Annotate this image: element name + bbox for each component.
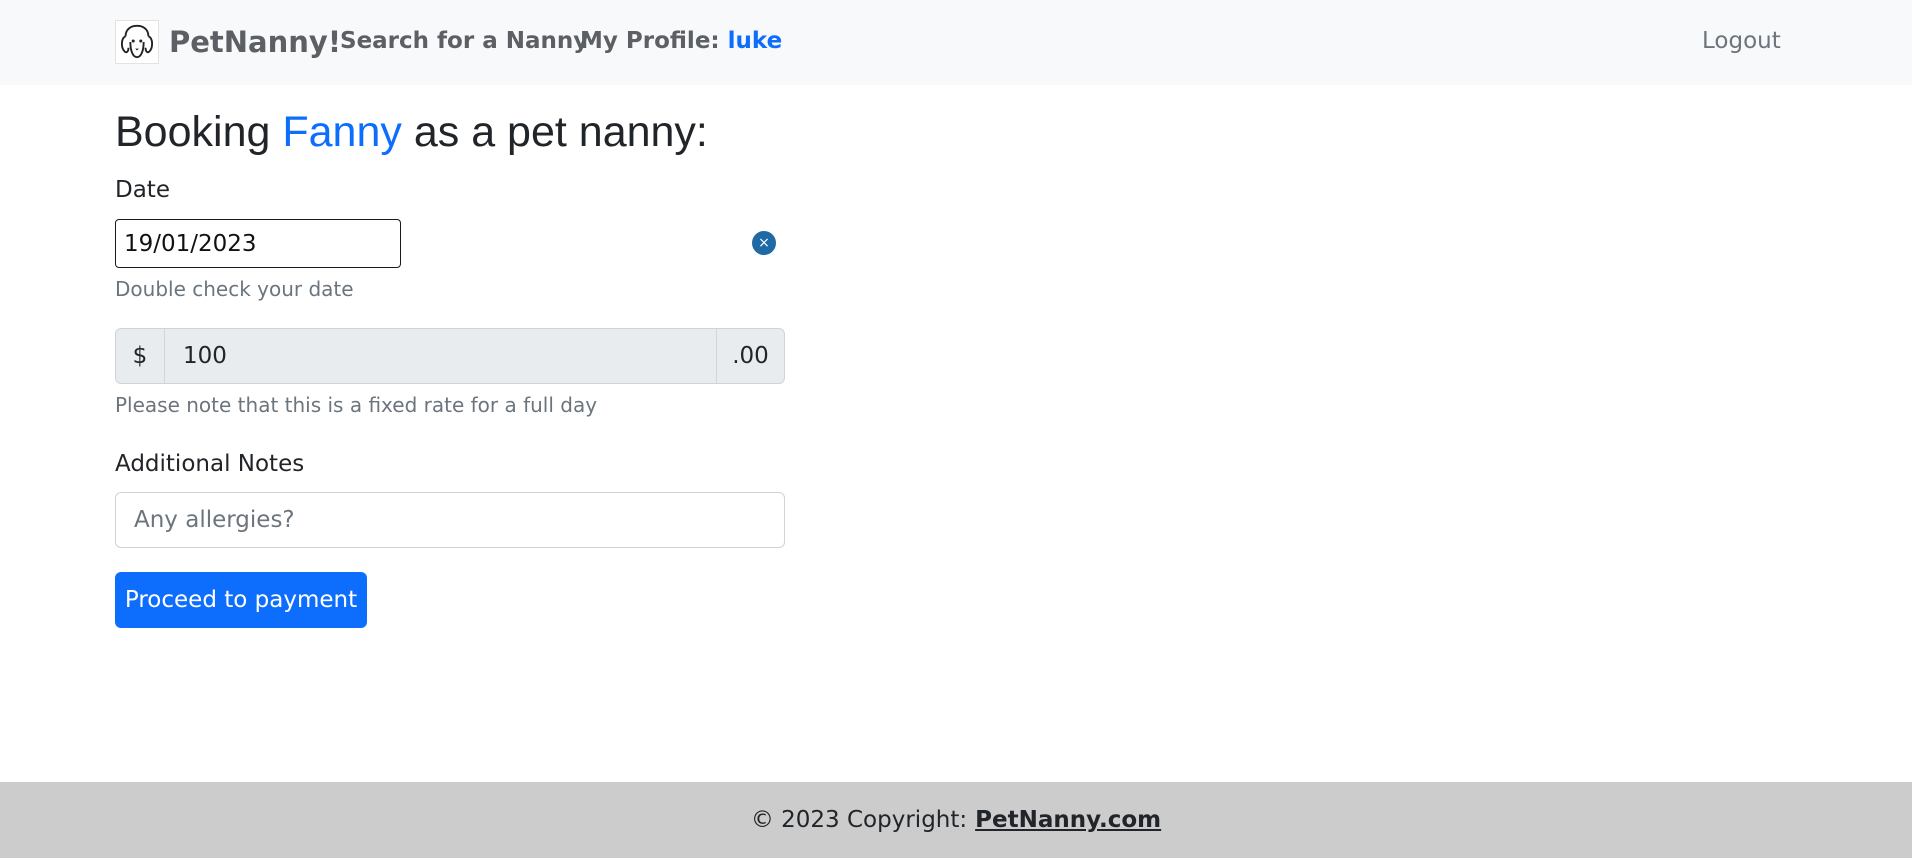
date-input[interactable]	[115, 219, 401, 268]
date-help-text: Double check your date	[115, 277, 354, 301]
nanny-name: Fanny	[282, 108, 402, 156]
footer-site-link[interactable]: PetNanny.com	[975, 807, 1161, 833]
notes-label: Additional Notes	[115, 451, 305, 477]
footer: © 2023 Copyright: PetNanny.com	[0, 782, 1912, 858]
dog-logo-icon	[115, 20, 159, 64]
rate-input[interactable]	[165, 329, 716, 383]
nav-my-profile[interactable]: My Profile: luke	[580, 28, 782, 54]
rate-help-text: Please note that this is a fixed rate fo…	[115, 393, 598, 417]
rate-input-group: $ .00	[115, 328, 785, 384]
notes-input[interactable]	[115, 492, 785, 548]
currency-prefix: $	[116, 329, 165, 383]
brand-name: PetNanny!	[169, 25, 342, 59]
logout-link[interactable]: Logout	[1702, 28, 1781, 54]
copyright-text: © 2023 Copyright:	[750, 807, 968, 833]
proceed-to-payment-button[interactable]: Proceed to payment	[115, 572, 367, 628]
heading-prefix: Booking	[115, 108, 271, 156]
page-title: Booking Fanny as a pet nanny:	[115, 108, 708, 157]
rate-cents-suffix: .00	[716, 329, 784, 383]
profile-label: My Profile:	[580, 28, 720, 54]
profile-username: luke	[727, 28, 783, 54]
date-label: Date	[115, 177, 170, 203]
clear-date-icon[interactable]: ×	[752, 231, 776, 255]
heading-suffix: as a pet nanny:	[413, 108, 708, 156]
navbar: PetNanny! Search for a Nanny My Profile:…	[0, 0, 1912, 85]
nav-search-nanny[interactable]: Search for a Nanny	[340, 28, 588, 54]
brand-link[interactable]: PetNanny!	[115, 18, 341, 66]
